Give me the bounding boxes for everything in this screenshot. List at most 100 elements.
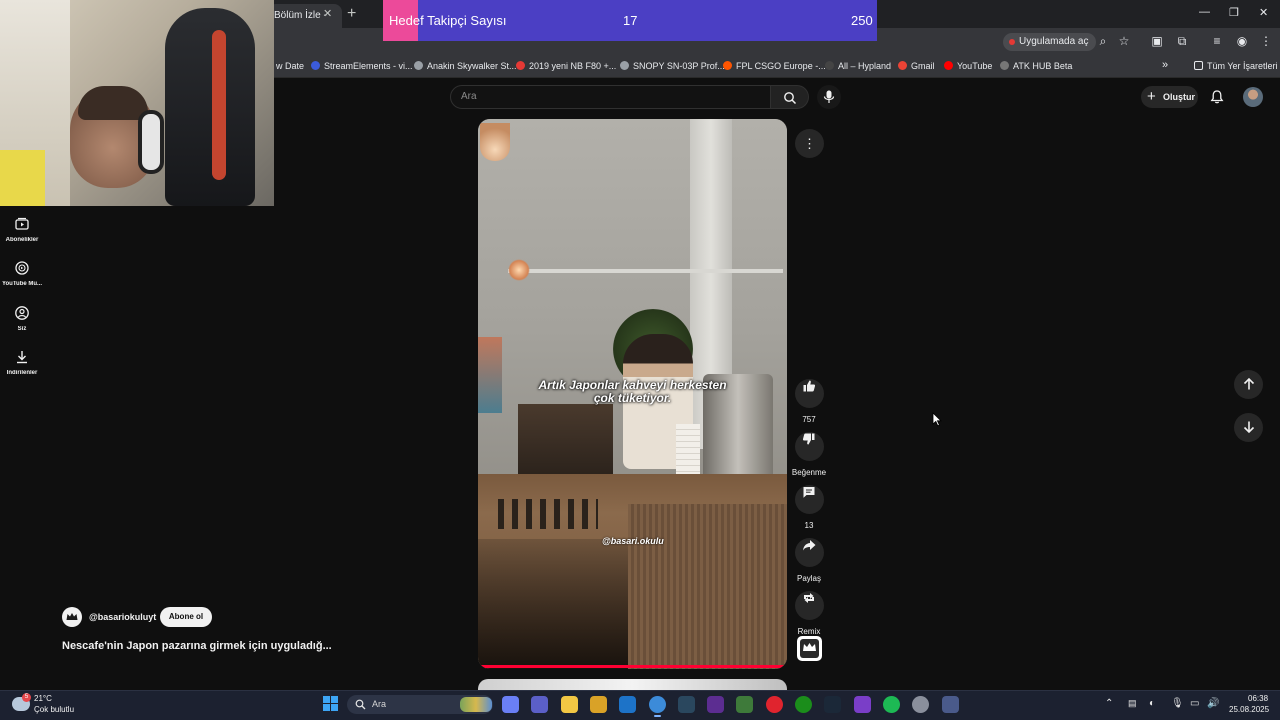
volume-icon[interactable]: 🔊 (1207, 698, 1219, 709)
sidebar-label: YouTube Mu... (1, 281, 43, 287)
opera-gx-icon[interactable] (766, 696, 783, 713)
bookmark-item[interactable]: All – Hypland (825, 61, 891, 71)
search-input[interactable]: Ara (450, 85, 771, 109)
goal-target: 250 (851, 13, 873, 28)
start-button[interactable] (323, 696, 339, 712)
tray-app-icon[interactable]: ▤ (1128, 698, 1137, 709)
short-video-player[interactable]: Artık Japonlar kahveyi herkesten çok tük… (478, 119, 787, 669)
bookmark-item[interactable]: YouTube (944, 61, 992, 71)
short-title[interactable]: Nescafe'nin Japon pazarına girmek için u… (62, 640, 332, 652)
spotify-icon[interactable] (883, 696, 900, 713)
clock-time[interactable]: 06:38 (1248, 694, 1268, 703)
bookmark-label: 2019 yeni NB F80 +... (529, 61, 617, 71)
goal-label: Hedef Takipçi Sayısı (389, 13, 507, 28)
bookmark-item[interactable]: Gmail (898, 61, 935, 71)
arrow-down-icon (1243, 421, 1254, 434)
microsoft-store-icon[interactable] (590, 696, 607, 713)
network-icon[interactable]: ▭ (1190, 698, 1199, 709)
more-options-button[interactable]: ⋮ (795, 129, 824, 158)
crown-logo-icon (800, 639, 819, 658)
arrow-up-icon (1243, 377, 1254, 390)
windows-logo-tile (331, 704, 338, 711)
profile-icon (15, 306, 29, 320)
previous-short-button[interactable] (1234, 370, 1263, 399)
bookmark-item[interactable]: FPL CSGO Europe -... (723, 61, 826, 71)
video-scene-rail (508, 269, 783, 273)
copilot-icon[interactable] (502, 696, 519, 713)
all-bookmarks-folder[interactable]: Tüm Yer İşaretleri (1194, 61, 1278, 71)
next-short-button[interactable] (1234, 413, 1263, 442)
search-button[interactable] (771, 85, 809, 109)
bookmark-item[interactable]: w Date (276, 61, 304, 71)
calculator-icon[interactable] (942, 696, 959, 713)
tab-close-icon[interactable]: ✕ (323, 7, 332, 20)
weather-description[interactable]: Çok bulutlu (34, 705, 74, 714)
video-progress-bar[interactable] (478, 665, 787, 668)
teams-icon[interactable] (531, 696, 548, 713)
more-bookmarks-icon[interactable]: » (1162, 59, 1168, 71)
translate-icon[interactable]: ▣ (1150, 34, 1164, 48)
dislike-label: Beğenme (791, 468, 827, 477)
bookmark-item[interactable]: StreamElements - vi... (311, 61, 413, 71)
steam-tray-icon[interactable]: ◐ (1149, 698, 1155, 709)
close-window-icon[interactable]: ✕ (1259, 6, 1268, 19)
nvidia-app-icon[interactable] (736, 696, 753, 713)
open-in-app-button[interactable]: Uygulamada aç (1003, 33, 1097, 51)
bookmark-item[interactable]: Anakin Skywalker St... (414, 61, 517, 71)
thumbs-up-icon (803, 380, 816, 392)
media-queue-icon[interactable]: ≡ (1210, 34, 1224, 48)
chrome-icon[interactable] (649, 696, 666, 717)
download-icon (17, 351, 27, 364)
visual-studio-icon[interactable] (707, 696, 724, 713)
clock-date[interactable]: 25.08.2025 (1229, 705, 1269, 714)
bookmark-item[interactable]: ATK HUB Beta (1000, 61, 1072, 71)
sidebar-item-subscriptions[interactable]: Abonelikler (0, 216, 44, 243)
subscribe-button[interactable]: Abone ol (160, 607, 212, 627)
settings-icon[interactable] (912, 696, 929, 713)
like-button[interactable]: 757 (788, 372, 830, 424)
search-icon (783, 92, 796, 105)
menu-kebab-icon[interactable]: ⋮ (1259, 34, 1273, 48)
file-explorer-icon[interactable] (561, 696, 578, 713)
bookmark-item[interactable]: 2019 yeni NB F80 +... (516, 61, 616, 71)
sidebar-item-youtube-music[interactable]: YouTube Mu... (0, 260, 44, 287)
comments-button[interactable]: 13 (788, 478, 830, 530)
audio-source-thumbnail[interactable] (797, 636, 822, 661)
bookmark-item[interactable]: SNOPY SN-03P Prof... (620, 61, 725, 71)
search-highlight-image[interactable] (460, 697, 492, 712)
globe-icon (620, 61, 629, 70)
profile-icon[interactable]: ◉ (1235, 34, 1249, 48)
windows-logo-tile (323, 696, 330, 703)
remix-button[interactable]: Remix (788, 584, 830, 636)
gmail-icon (898, 61, 907, 70)
aliexpress-icon (516, 61, 525, 70)
notifications-bell-icon[interactable] (1209, 89, 1225, 105)
steam-alt-icon[interactable] (824, 696, 841, 713)
sidebar-item-downloads[interactable]: İndirilenler (0, 349, 44, 376)
xbox-icon[interactable] (795, 696, 812, 713)
channel-avatar[interactable] (62, 607, 82, 627)
hypland-icon (825, 61, 834, 70)
account-avatar[interactable] (1243, 87, 1263, 107)
video-scene-lamp (508, 259, 530, 281)
channel-name[interactable]: @basariokuluyt (89, 612, 156, 622)
taskbar-search-label: Ara (372, 699, 387, 709)
webcam-gaming-chair (165, 8, 255, 206)
new-tab-icon[interactable]: + (347, 5, 356, 23)
extensions-icon[interactable]: ⧉ (1175, 34, 1189, 48)
tray-overflow-chevron-icon[interactable]: ⌃ (1105, 698, 1113, 709)
nzxt-cam-icon[interactable] (854, 696, 871, 713)
restore-icon[interactable]: ❐ (1229, 6, 1239, 19)
sidebar-item-you[interactable]: Siz (0, 305, 44, 332)
steam-icon[interactable] (678, 696, 695, 713)
minimize-icon[interactable]: — (1199, 6, 1210, 18)
create-button[interactable]: + Oluştur (1141, 86, 1198, 108)
bookmark-star-icon[interactable]: ☆ (1117, 34, 1131, 48)
tray-microphone-icon[interactable]: 🎙 (1171, 698, 1184, 709)
dislike-button[interactable]: Beğenme (788, 425, 830, 477)
outlook-icon[interactable] (619, 696, 636, 713)
zoom-icon[interactable]: ⌕ (1096, 34, 1110, 48)
voice-search-button[interactable] (817, 85, 841, 109)
share-button[interactable]: Paylaş (788, 531, 830, 583)
weather-temperature[interactable]: 21°C (34, 694, 52, 703)
